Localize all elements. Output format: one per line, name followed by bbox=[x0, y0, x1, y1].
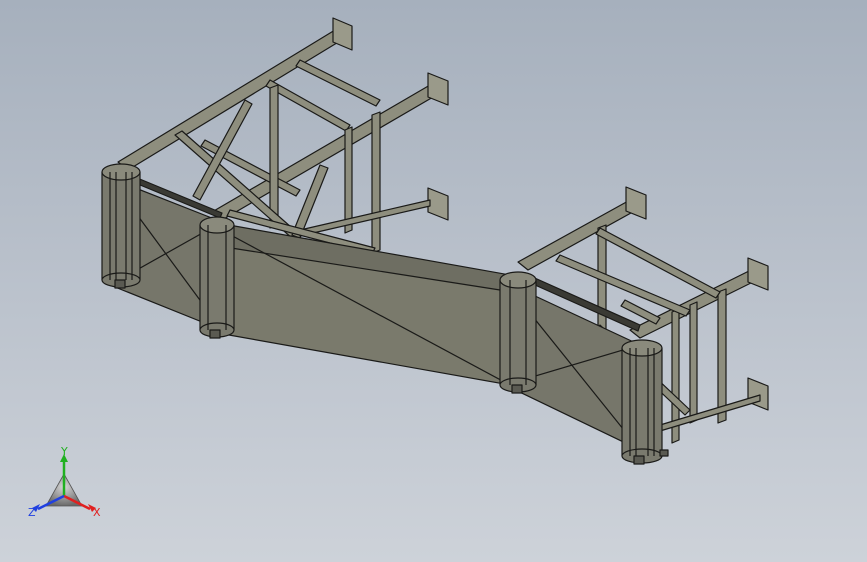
axis-triad: Y X Z bbox=[28, 446, 101, 519]
y-axis-label: Y bbox=[60, 446, 68, 458]
roller-right-mid[interactable] bbox=[499, 271, 537, 393]
x-axis-label: X bbox=[93, 506, 101, 519]
graphics-viewport[interactable]: Y X Z bbox=[0, 0, 867, 562]
roller-left-mid[interactable] bbox=[199, 216, 235, 338]
conveyor-model[interactable] bbox=[0, 0, 867, 562]
roller-right-end[interactable] bbox=[621, 339, 663, 464]
z-axis-label: Z bbox=[28, 506, 36, 519]
roller-left-end[interactable] bbox=[101, 163, 141, 288]
